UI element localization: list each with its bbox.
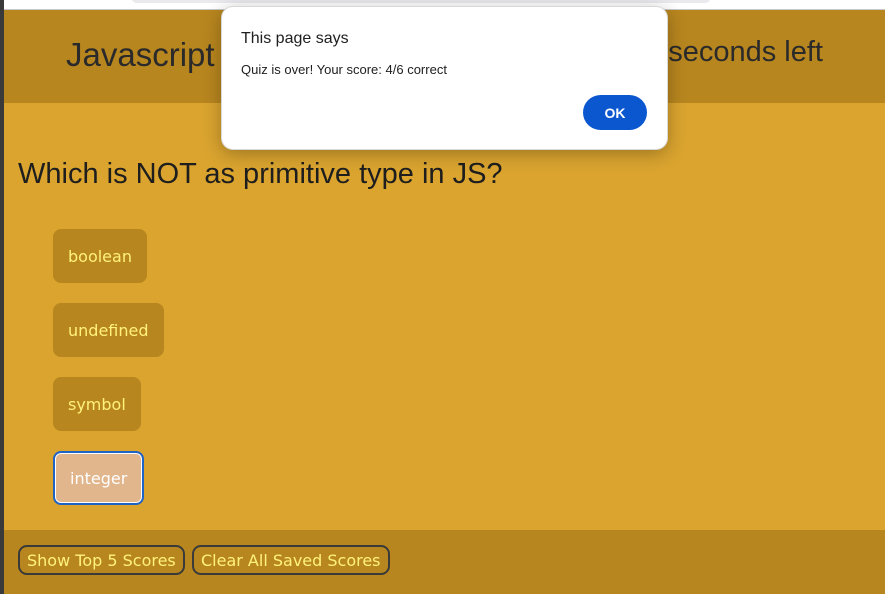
answer-list: boolean undefined symbol integer bbox=[53, 229, 164, 525]
answer-button-undefined[interactable]: undefined bbox=[53, 303, 164, 357]
footer-bar: Show Top 5 Scores Clear All Saved Scores bbox=[4, 530, 885, 594]
answer-button-boolean[interactable]: boolean bbox=[53, 229, 147, 283]
answer-button-symbol[interactable]: symbol bbox=[53, 377, 141, 431]
dialog-title: This page says bbox=[241, 30, 349, 47]
clear-scores-button[interactable]: Clear All Saved Scores bbox=[192, 545, 390, 575]
answer-button-integer[interactable]: integer bbox=[53, 451, 145, 505]
timer-text: seconds left bbox=[668, 36, 823, 68]
show-top-scores-button[interactable]: Show Top 5 Scores bbox=[18, 545, 185, 575]
ok-button[interactable]: OK bbox=[583, 95, 647, 130]
question-text: Which is NOT as primitive type in JS? bbox=[18, 158, 503, 190]
alert-dialog: This page says Quiz is over! Your score:… bbox=[221, 6, 668, 150]
dialog-message: Quiz is over! Your score: 4/6 correct bbox=[241, 62, 447, 77]
address-bar[interactable] bbox=[132, 0, 710, 3]
